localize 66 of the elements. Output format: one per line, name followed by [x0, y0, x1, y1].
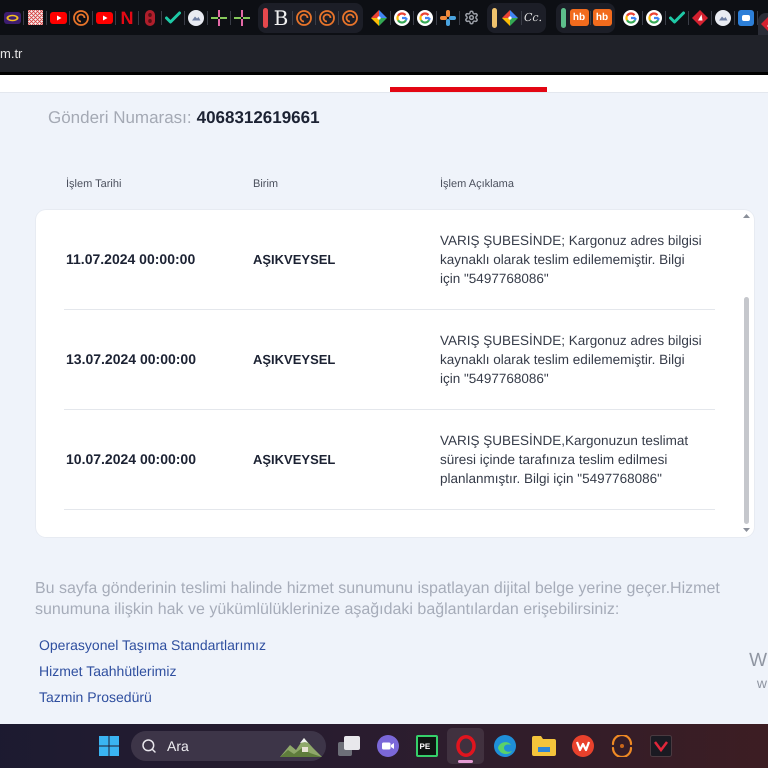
spiral-circle-icon — [342, 10, 358, 26]
figure-eight-icon — [145, 10, 155, 26]
browser-tab[interactable]: Cc. — [522, 4, 544, 30]
url-text[interactable]: m.tr — [0, 44, 22, 64]
spiral-circle-icon — [319, 10, 335, 26]
orbit-icon — [610, 735, 632, 757]
pattern-tile-icon — [28, 10, 42, 25]
quad-diamond-icon — [502, 10, 518, 26]
play-button-icon — [50, 12, 66, 24]
taskbar-app[interactable] — [447, 728, 484, 764]
oval-logo-icon — [4, 12, 20, 24]
notice-text: Bu sayfa gönderinin teslimi halinde hizmet sunumunu ispatlayan dijital belge yerine geçer.Hizmet sunumuna ilişkin hak ve yükümlülüklerinize aşağıdaki bağlantılardan erişebilirsiniz: — [35, 579, 721, 620]
browser-tab[interactable]: B — [270, 4, 292, 30]
g-logo-icon — [623, 10, 639, 26]
description-cell-text: VARIŞ ŞUBESİNDE; Kargonuz adres bilgisi kaynaklı olarak teslim edilememiştir. Bilgi için "5497768086" — [440, 332, 703, 388]
unit-cell-text: AŞIKVEYSEL — [253, 450, 336, 469]
policy-link[interactable]: Hizmet Taahhütlerimiz — [39, 662, 176, 680]
description-cell-text: VARIŞ ŞUBESİNDE,Kargonuzun teslimat süresi içinde tarafınıza teslim edilmesi planlanmıştır. Bilgi için "5497768086" — [440, 432, 690, 488]
shipment-label: Gönderi Numarası: — [48, 107, 192, 129]
check-icon — [165, 11, 181, 24]
spiral-circle-icon — [296, 10, 312, 26]
square-logo-icon — [738, 10, 754, 26]
date-cell-text: 10.07.2024 00:00:00 — [66, 450, 196, 469]
browser-tab[interactable]: N — [116, 4, 138, 30]
policy-link[interactable]: Operasyonel Taşıma Standartlarımız — [39, 636, 266, 654]
caret-down-icon[interactable] — [742, 528, 750, 532]
diamond-icon — [692, 10, 708, 26]
date-cell-text: 13.07.2024 00:00:00 — [66, 350, 196, 369]
spiral-circle-icon — [73, 10, 89, 26]
shipment-number: 4068312619661 — [196, 107, 320, 129]
date-cell-text: 11.07.2024 00:00:00 — [66, 250, 196, 269]
mountain-badge-icon — [715, 10, 731, 26]
unit-cell-text: AŞIKVEYSEL — [253, 350, 336, 369]
video-chat-icon — [376, 735, 398, 757]
caret-up-icon[interactable] — [742, 214, 750, 218]
g-logo-icon — [394, 10, 410, 26]
stacked-windows-icon — [338, 736, 360, 756]
column-header: Birim — [253, 176, 278, 192]
policy-link[interactable]: Tazmin Prosedürü — [39, 688, 152, 706]
cross-arms-icon — [211, 10, 227, 26]
g-logo-icon — [417, 10, 433, 26]
settings-icon — [464, 10, 478, 25]
search-icon — [141, 738, 157, 754]
wave-logo-icon — [494, 735, 516, 757]
column-header: İşlem Açıklama — [440, 176, 514, 192]
search-box[interactable]: Ara — [131, 731, 326, 761]
four-squares-icon — [99, 736, 119, 756]
taskbar-app[interactable]: PE — [416, 735, 438, 757]
o-ring-icon — [456, 735, 476, 757]
system-notice-text: w — [756, 676, 767, 690]
scrollbar-thumb[interactable] — [744, 297, 748, 524]
chevron-tile-icon — [650, 735, 672, 757]
check-icon — [669, 11, 685, 24]
cross-nodes-icon — [440, 10, 456, 26]
folder-icon — [532, 736, 556, 756]
mountain-badge-icon — [188, 10, 204, 26]
g-logo-icon — [646, 10, 662, 26]
column-header: İşlem Tarihi — [66, 176, 122, 192]
zigzag-badge-icon — [572, 735, 594, 757]
quad-diamond-icon — [371, 10, 387, 26]
description-cell-text: VARIŞ ŞUBESİNDE; Kargonuz adres bilgisi kaynaklı olarak teslim edilememiştir. Bilgi için "5497768086" — [440, 232, 703, 288]
system-notice-text: W — [749, 651, 767, 670]
play-button-icon — [96, 12, 112, 24]
cross-arms-icon — [234, 10, 250, 26]
unit-cell-text: AŞIKVEYSEL — [253, 250, 336, 269]
search-field[interactable]: Ara — [167, 736, 247, 756]
